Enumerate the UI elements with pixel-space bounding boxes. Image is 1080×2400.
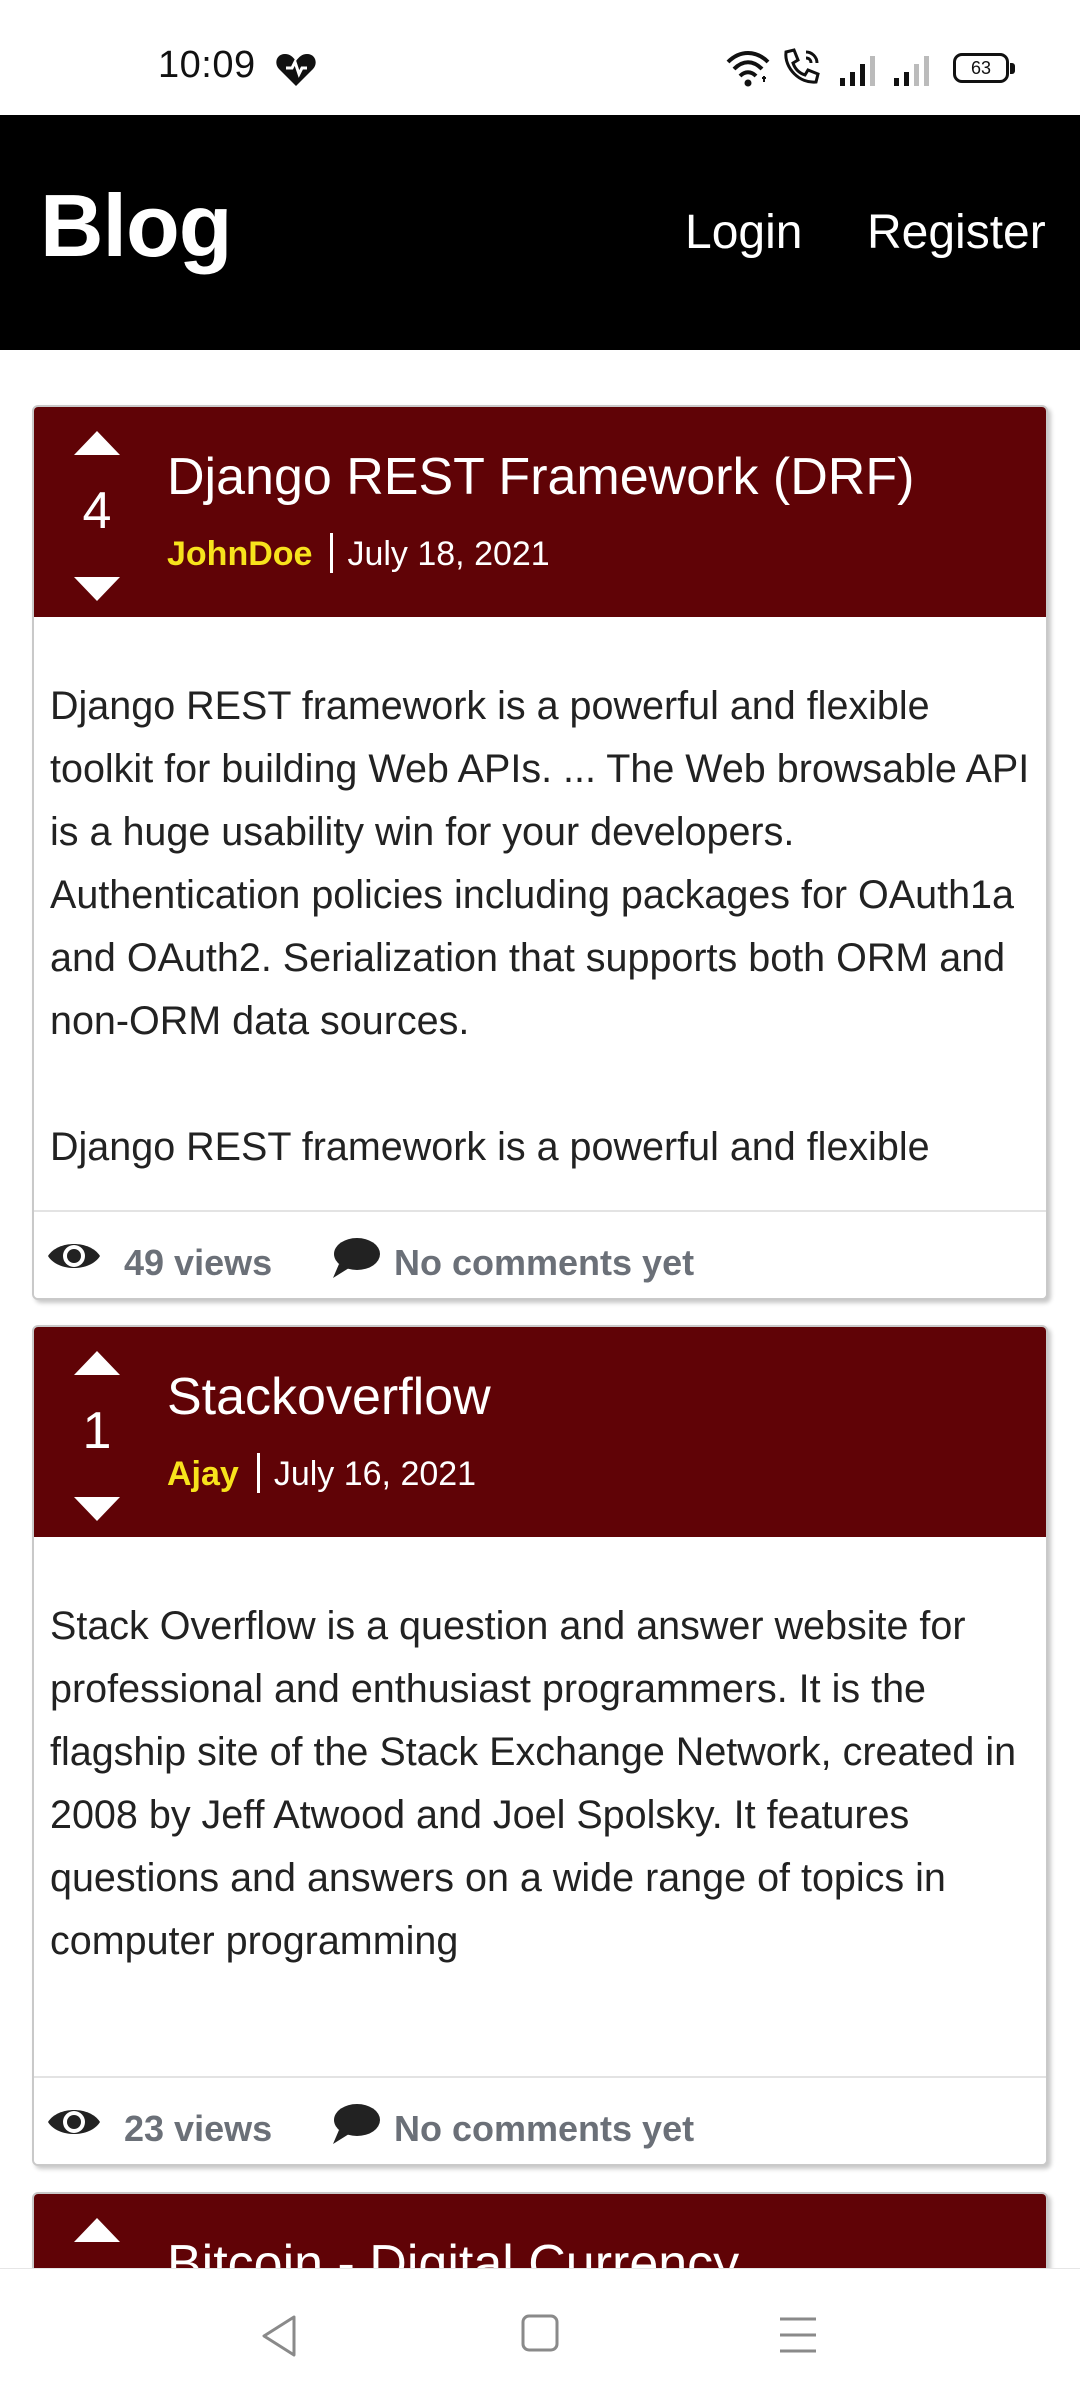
post-body: Django REST framework is a powerful and … — [34, 617, 1046, 1197]
meta-divider — [256, 1453, 260, 1493]
login-link[interactable]: Login — [685, 205, 802, 260]
post-header: 4 Django REST Framework (DRF) JohnDoe Jul… — [34, 407, 1046, 617]
comment-status[interactable]: No comments yet — [394, 1242, 694, 1284]
navbar: Blog Login Register — [0, 115, 1080, 350]
vote-count: 4 — [82, 482, 112, 540]
menu-lines-icon[interactable] — [776, 2313, 820, 2357]
view-count: 49 views — [124, 1242, 273, 1283]
eye-icon — [48, 2110, 100, 2134]
home-square-icon[interactable] — [518, 2311, 562, 2355]
register-link[interactable]: Register — [867, 205, 1046, 260]
post-card: 1 Stackoverflow Ajay July 16, 2021 Stack … — [32, 1325, 1048, 2166]
post-card: 4 Django REST Framework (DRF) JohnDoe Jul… — [32, 405, 1048, 1300]
back-triangle-icon[interactable] — [258, 2311, 300, 2361]
brand-logo[interactable]: Blog — [40, 175, 233, 277]
eye-icon — [48, 1244, 100, 1268]
caret-down-icon[interactable] — [74, 577, 120, 601]
post-title[interactable]: Stackoverflow — [167, 1367, 491, 1427]
wifi-calling-icon — [784, 48, 820, 84]
post-body: Stack Overflow is a question and answer … — [34, 1537, 1046, 2077]
caret-up-icon[interactable] — [74, 431, 120, 455]
status-time: 10:09 — [158, 44, 256, 86]
post-author[interactable]: Ajay — [167, 1455, 239, 1493]
wifi-icon — [726, 51, 770, 87]
signal-icon — [840, 56, 875, 86]
caret-down-icon[interactable] — [74, 1497, 120, 1521]
post-date: July 16, 2021 — [273, 1455, 477, 1493]
post-meta: JohnDoe July 18, 2021 — [167, 533, 550, 574]
post-title[interactable]: Django REST Framework (DRF) — [167, 447, 914, 507]
meta-divider — [330, 533, 334, 573]
heart-icon — [276, 54, 316, 86]
post-paragraph: Stack Overflow is a question and answer … — [50, 1604, 1017, 1963]
post-footer: 23 views No comments yet — [34, 2076, 1046, 2164]
post-footer: 49 views No comments yet — [34, 1210, 1046, 1298]
system-navigation-bar — [0, 2268, 1080, 2400]
status-bar: 10:09 63 — [0, 0, 1080, 115]
caret-up-icon[interactable] — [74, 1351, 120, 1375]
vote-count: 1 — [82, 1402, 112, 1460]
post-paragraph: Django REST framework is a powerful and … — [50, 684, 1030, 1043]
signal-icon — [894, 56, 929, 86]
post-meta: Ajay July 16, 2021 — [167, 1453, 476, 1494]
battery-icon: 63 — [953, 53, 1015, 83]
comment-icon — [333, 2104, 380, 2144]
view-count: 23 views — [124, 2108, 273, 2149]
post-header: 1 Stackoverflow Ajay July 16, 2021 — [34, 1327, 1046, 1537]
post-paragraph: Django REST framework is a powerful and … — [50, 1125, 930, 1169]
comment-status[interactable]: No comments yet — [394, 2108, 694, 2150]
comment-icon — [333, 1238, 380, 1278]
caret-up-icon[interactable] — [74, 2218, 120, 2242]
post-author[interactable]: JohnDoe — [167, 535, 312, 573]
post-date: July 18, 2021 — [347, 535, 550, 573]
